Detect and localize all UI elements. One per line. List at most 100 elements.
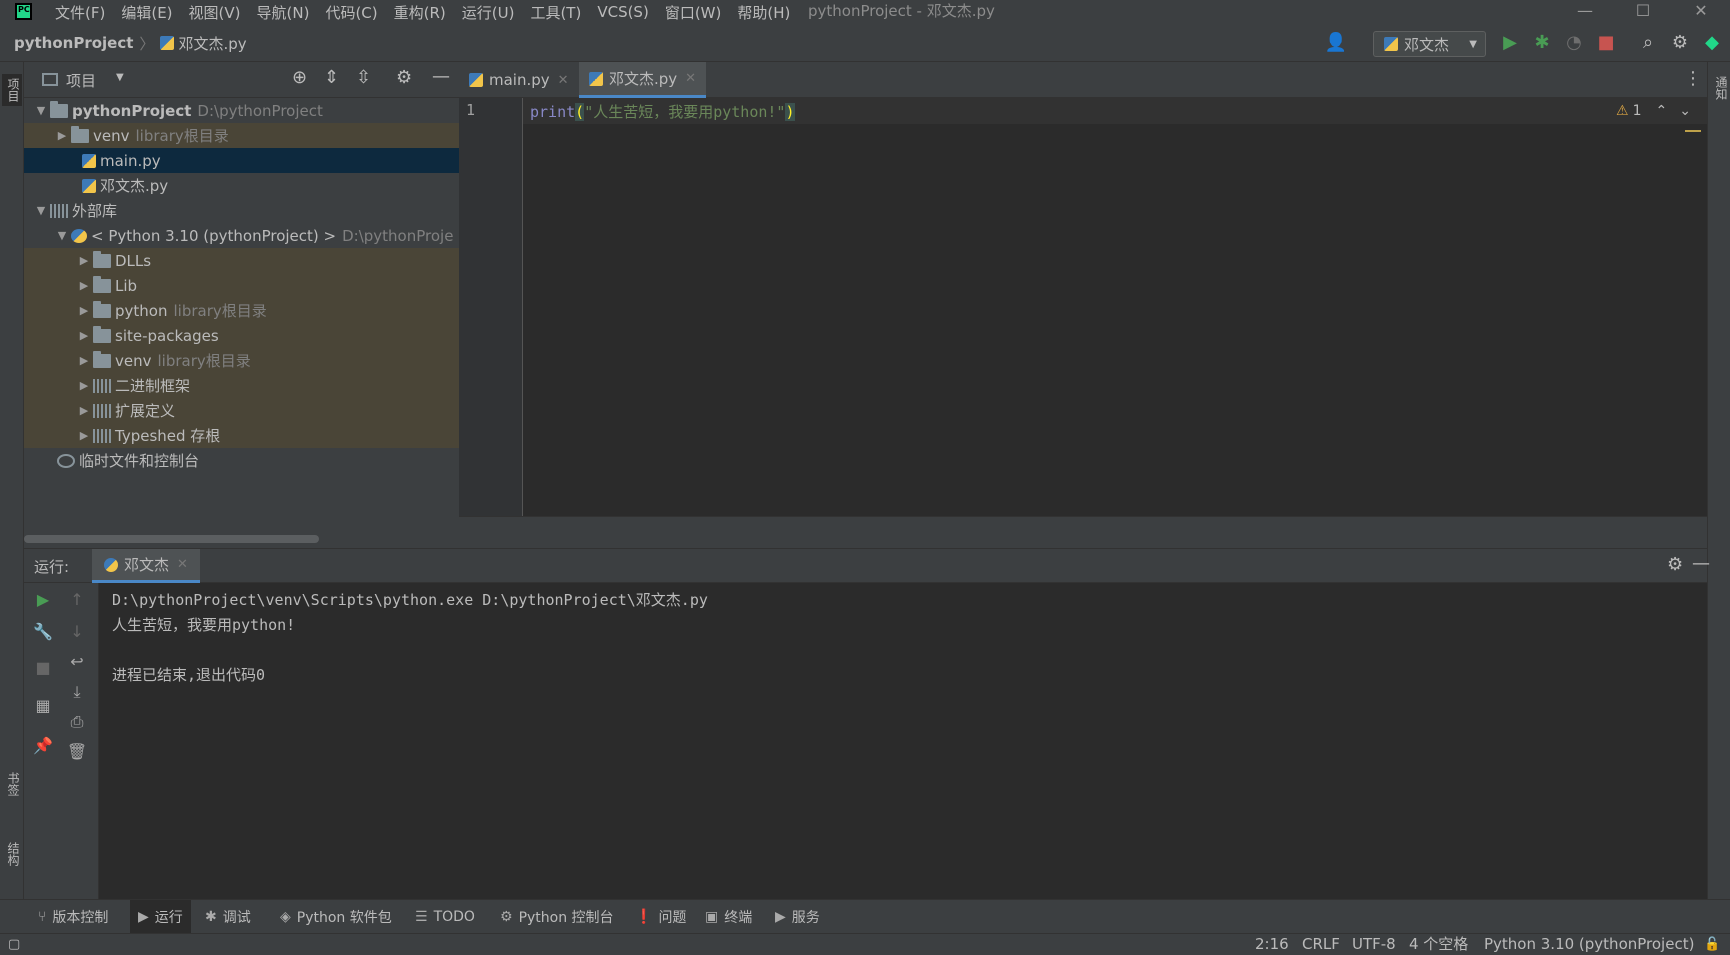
tab-dengwenjie-py[interactable]: 邓文杰.py ✕ [579, 62, 707, 98]
jetbrains-toolbox-icon[interactable]: ◆ [1698, 24, 1726, 62]
chevron-right-icon[interactable]: ▶ [75, 379, 93, 392]
settings-icon[interactable]: ⚙ [396, 67, 412, 88]
menu-help[interactable]: 帮助(H) [737, 2, 790, 23]
tool-python-packages[interactable]: ◈ Python 软件包 [280, 900, 392, 934]
soft-wrap-icon[interactable]: ↩ [64, 649, 90, 675]
horizontal-scrollbar[interactable] [24, 535, 319, 543]
tool-terminal[interactable]: ▣ 终端 [705, 900, 752, 934]
chevron-right-icon[interactable]: ▶ [75, 404, 93, 417]
arrow-up-icon[interactable]: ↑ [64, 587, 90, 613]
chevron-down-icon[interactable]: ▼ [32, 204, 50, 217]
tree-item-extensions[interactable]: ▶ 扩展定义 [24, 398, 459, 423]
user-icon[interactable]: 👤 [1318, 24, 1354, 62]
pin-icon[interactable]: 📌 [30, 733, 56, 759]
tree-item-main-py[interactable]: main.py [24, 148, 459, 173]
layout-icon[interactable]: ▦ [30, 693, 56, 719]
file-encoding[interactable]: UTF-8 [1352, 934, 1396, 955]
tool-python-console[interactable]: ⚙ Python 控制台 [500, 900, 614, 934]
run-tab[interactable]: 邓文杰 ✕ [92, 549, 200, 583]
tool-todo[interactable]: ☰ TODO [415, 900, 475, 934]
chevron-down-icon[interactable]: ⌄ [1679, 103, 1691, 119]
tree-item-scratches[interactable]: 临时文件和控制台 [24, 448, 459, 473]
tree-item-python-sdk[interactable]: ▼ < Python 3.10 (pythonProject) > D:\pyt… [24, 223, 459, 248]
menu-run[interactable]: 运行(U) [462, 2, 515, 23]
notifications-tool-tab[interactable]: 通知 [1710, 76, 1730, 100]
chevron-right-icon[interactable]: ▶ [53, 129, 71, 142]
chevron-right-icon[interactable]: ▶ [75, 254, 93, 267]
line-separator[interactable]: CRLF [1302, 934, 1340, 955]
tree-item-lib[interactable]: ▶ Lib [24, 273, 459, 298]
more-options-icon[interactable]: ⋮ [1684, 68, 1702, 89]
python-interpreter[interactable]: Python 3.10 (pythonProject) [1484, 934, 1694, 955]
tool-run[interactable]: ▶ 运行 [130, 900, 191, 934]
tree-item-dengwenjie-py[interactable]: 邓文杰.py [24, 173, 459, 198]
breadcrumb-project[interactable]: pythonProject [14, 34, 133, 52]
chevron-down-icon[interactable]: ▼ [116, 72, 124, 83]
menu-file[interactable]: 文件(F) [55, 2, 105, 23]
minimize-panel-icon[interactable]: — [1692, 553, 1710, 574]
locate-file-icon[interactable]: ⊕ [292, 67, 307, 88]
settings-icon[interactable]: ⚙ [1667, 554, 1683, 575]
wrench-icon[interactable]: 🔧 [30, 619, 56, 645]
menu-code[interactable]: 代码(C) [325, 2, 377, 23]
menu-tools[interactable]: 工具(T) [530, 2, 581, 23]
arrow-down-icon[interactable]: ↓ [64, 619, 90, 645]
close-tab-icon[interactable]: ✕ [685, 71, 696, 86]
search-icon[interactable]: ⌕ [1634, 24, 1662, 62]
menu-window[interactable]: 窗口(W) [665, 2, 722, 23]
close-tab-icon[interactable]: ✕ [558, 73, 569, 88]
caret-position[interactable]: 2:16 [1255, 934, 1289, 955]
run-config-select[interactable]: 邓文杰 ▼ [1373, 31, 1486, 57]
tree-item-typeshed[interactable]: ▶ Typeshed 存根 [24, 423, 459, 448]
chevron-down-icon[interactable]: ▼ [32, 104, 50, 117]
chevron-right-icon[interactable]: ▶ [75, 279, 93, 292]
tree-item-venv-lib[interactable]: ▶ venv library根目录 [24, 348, 459, 373]
tool-version-control[interactable]: ⑂ 版本控制 [38, 900, 108, 934]
stop-icon[interactable]: ■ [1592, 24, 1620, 62]
chevron-right-icon[interactable]: ▶ [75, 304, 93, 317]
close-tab-icon[interactable]: ✕ [177, 557, 188, 572]
tree-item-dlls[interactable]: ▶ DLLs [24, 248, 459, 273]
run-icon[interactable]: ▶ [1496, 24, 1524, 62]
chevron-right-icon[interactable]: ▶ [75, 429, 93, 442]
chevron-right-icon[interactable]: ▶ [75, 354, 93, 367]
minimize-icon[interactable]: — [1560, 0, 1610, 24]
print-icon[interactable]: ⎙ [64, 709, 90, 735]
error-stripe-marker[interactable] [1685, 130, 1701, 132]
lock-icon[interactable]: 🔓 [1704, 934, 1720, 955]
tree-item-site-packages[interactable]: ▶ site-packages [24, 323, 459, 348]
menu-navigate[interactable]: 导航(N) [257, 2, 310, 23]
code-editor[interactable]: print("人生苦短，我要用python!") [530, 101, 795, 122]
project-panel-title[interactable]: 项目 [66, 70, 96, 91]
scroll-to-end-icon[interactable]: ⤓ [64, 679, 90, 705]
chevron-right-icon[interactable]: ▶ [75, 329, 93, 342]
menu-refactor[interactable]: 重构(R) [394, 2, 446, 23]
tree-item-python[interactable]: ▶ python library根目录 [24, 298, 459, 323]
maximize-icon[interactable]: ☐ [1618, 0, 1668, 24]
indent-setting[interactable]: 4 个空格 [1409, 934, 1468, 955]
tree-item-project-root[interactable]: ▼ pythonProject D:\pythonProject [24, 98, 459, 123]
menu-vcs[interactable]: VCS(S) [597, 3, 648, 21]
tool-problems[interactable]: ❗ 问题 [635, 900, 686, 934]
trash-icon[interactable]: 🗑 [64, 739, 90, 765]
inspection-widget[interactable]: ⚠ 1 ⌃ ⌄ [1616, 103, 1691, 119]
tree-item-external-libraries[interactable]: ▼ 外部库 [24, 198, 459, 223]
tool-services[interactable]: ▶ 服务 [775, 900, 820, 934]
menu-edit[interactable]: 编辑(E) [121, 2, 172, 23]
collapse-all-icon[interactable]: ⇳ [356, 67, 371, 88]
chevron-up-icon[interactable]: ⌃ [1655, 103, 1667, 119]
debug-icon[interactable]: ✱ [1528, 24, 1556, 62]
breadcrumb-file[interactable]: 邓文杰.py [178, 33, 246, 54]
stop-icon[interactable]: ■ [30, 655, 56, 681]
expand-all-icon[interactable]: ⇕ [324, 67, 339, 88]
close-icon[interactable]: ✕ [1676, 0, 1726, 24]
bookmarks-tool-tab[interactable]: 书签 [2, 772, 22, 796]
rerun-icon[interactable]: ▶ [30, 587, 56, 613]
chevron-down-icon[interactable]: ▼ [53, 229, 71, 242]
tool-debug[interactable]: ✱ 调试 [205, 900, 251, 934]
tab-main-py[interactable]: main.py ✕ [459, 62, 579, 98]
structure-tool-tab[interactable]: 结构 [2, 842, 22, 866]
tree-item-venv[interactable]: ▶ venv library根目录 [24, 123, 459, 148]
tree-item-binary-skeletons[interactable]: ▶ 二进制框架 [24, 373, 459, 398]
run-console[interactable]: D:\pythonProject\venv\Scripts\python.exe… [100, 583, 1707, 899]
